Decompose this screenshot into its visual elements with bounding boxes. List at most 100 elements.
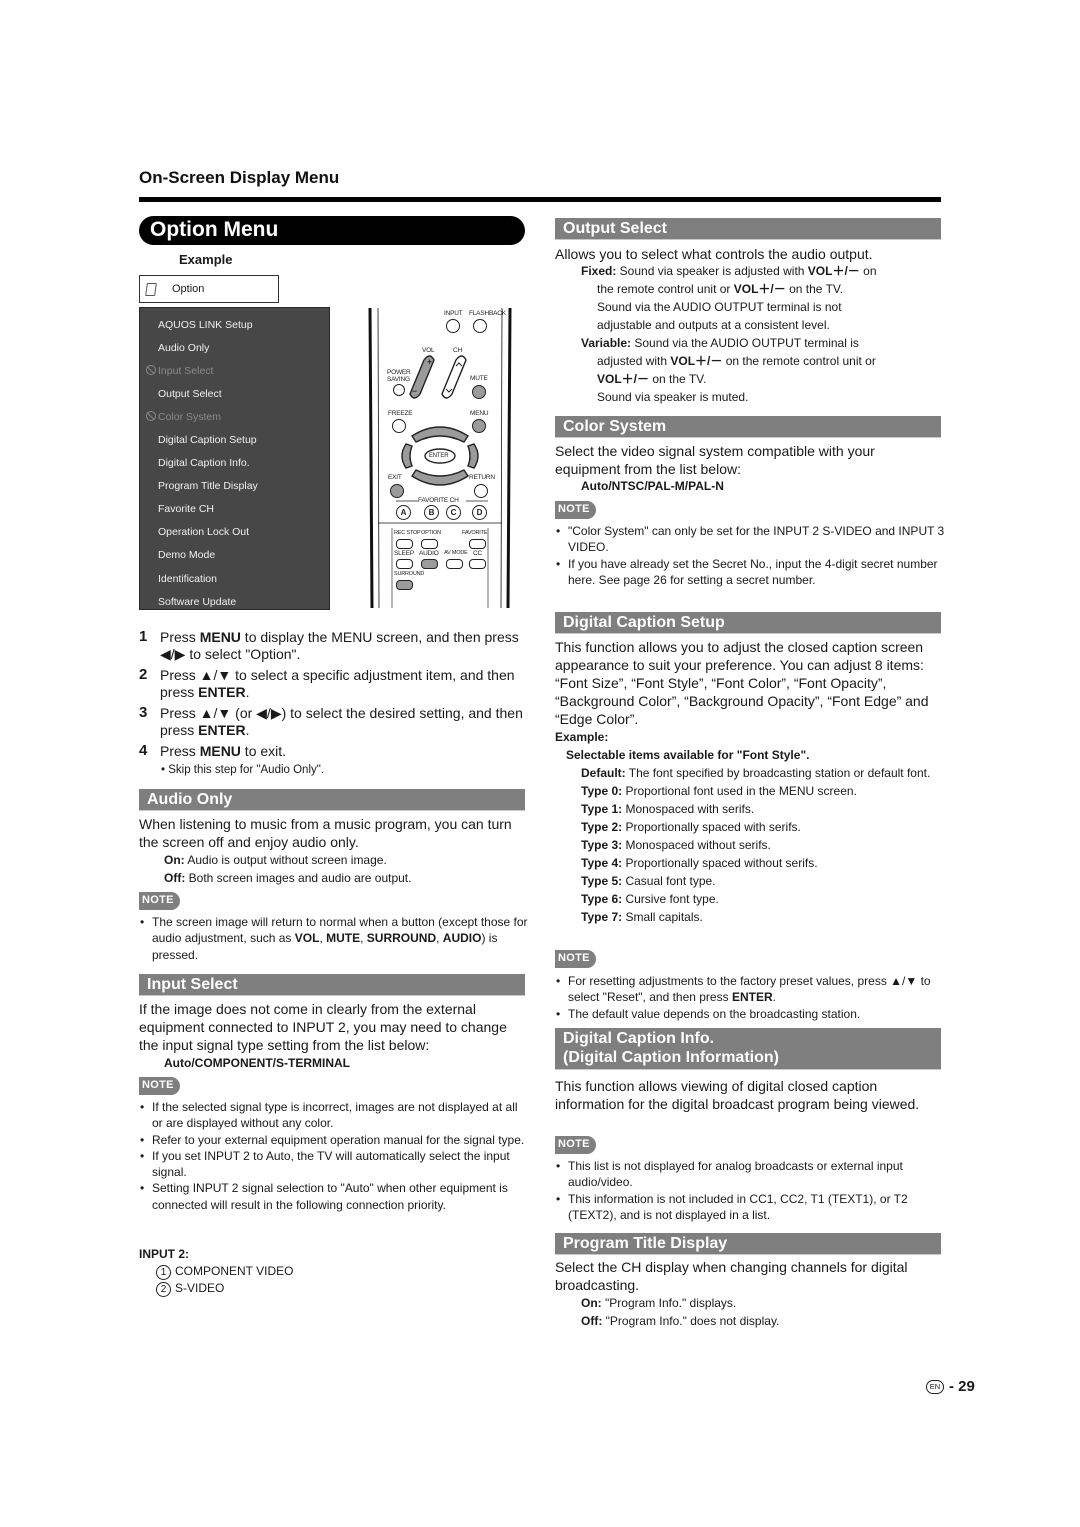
menu-item-label: Digital Caption Info.: [158, 457, 250, 470]
input-select-notes: If the selected signal type is incorrect…: [139, 1099, 529, 1213]
av-mode-button: [446, 559, 463, 569]
font-style-item: Type 6: Cursive font type.: [581, 892, 719, 906]
cc-label: CC: [473, 550, 482, 557]
return-label: RETURN: [469, 474, 495, 481]
step-item: 1 Press MENU to display the MENU screen, …: [139, 628, 519, 662]
note-badge: NOTE: [139, 1077, 180, 1095]
font-style-item: Type 7: Small capitals.: [581, 910, 703, 924]
color-system-options: Auto/NTSC/PAL-M/PAL-N: [581, 479, 724, 493]
font-style-item: Type 2: Proportionally spaced with serif…: [581, 820, 801, 834]
menu-item: Demo Mode: [140, 544, 329, 567]
menu-item-label: Digital Caption Setup: [158, 434, 257, 447]
note-item: The default value depends on the broadca…: [555, 1006, 945, 1023]
digital-caption-info-heading: Digital Caption Info. (Digital Caption I…: [555, 1028, 941, 1070]
note-item: If the selected signal type is incorrect…: [139, 1099, 529, 1132]
program-title-off: Off: "Program Info." does not display.: [581, 1314, 780, 1328]
color-system-heading: Color System: [555, 416, 941, 438]
menu-item-label: Demo Mode: [158, 549, 216, 562]
color-system-notes: "Color System" can only be set for the I…: [555, 523, 945, 588]
flashback-button: [473, 319, 487, 333]
language-badge-icon: EN: [926, 1379, 944, 1394]
power-saving-button: [393, 384, 405, 396]
font-style-item: Type 4: Proportionally spaced without se…: [581, 856, 818, 870]
step-subnote: • Skip this step for "Audio Only".: [161, 763, 325, 776]
digital-caption-info-notes: This list is not displayed for analog br…: [555, 1158, 945, 1223]
sleep-label: SLEEP: [394, 550, 414, 557]
option-menu-title: Option Menu: [139, 216, 525, 245]
menu-item: Output Select: [140, 382, 329, 405]
option-tab-label: Option: [172, 283, 205, 295]
sleep-button: [396, 559, 413, 569]
step-item: 4 Press MENU to exit.: [139, 742, 287, 759]
favorite-b-button: B: [424, 505, 439, 520]
rec-stop-button: [396, 539, 413, 549]
note-item: If you have already set the Secret No., …: [555, 556, 945, 589]
cc-button: [469, 559, 486, 569]
font-style-item: Type 5: Casual font type.: [581, 874, 716, 888]
menu-item-label: Output Select: [158, 387, 222, 400]
menu-item-label: Audio Only: [158, 341, 210, 354]
audio-only-on: On: Audio is output without screen image…: [164, 853, 387, 867]
note-item: Setting INPUT 2 signal selection to "Aut…: [139, 1180, 529, 1213]
option-label: OPTION: [421, 530, 441, 536]
unavailable-icon: [146, 411, 156, 422]
digital-caption-info-intro: This function allows viewing of digital …: [555, 1078, 920, 1112]
remote-control-illustration: + − INPUT FLASHBACK VOL CH POWER SAVING …: [366, 308, 514, 608]
menu-item: Audio Only: [140, 336, 329, 359]
menu-item: AQUOS LINK Setup: [140, 313, 329, 336]
menu-item-label: Program Title Display: [158, 480, 258, 493]
note-item: "Color System" can only be set for the I…: [555, 523, 945, 556]
power-saving-label: POWER SAVING: [387, 369, 411, 383]
option-tab-box: Option: [139, 275, 279, 303]
output-select-intro: Allows you to select what controls the a…: [555, 246, 873, 262]
input-select-options: Auto/COMPONENT/S-TERMINAL: [164, 1056, 350, 1070]
font-style-item: Type 1: Monospaced with serifs.: [581, 802, 755, 816]
audio-only-heading: Audio Only: [139, 789, 525, 811]
menu-item: Software Update: [140, 590, 329, 613]
font-style-item: Default: The font specified by broadcast…: [581, 766, 931, 780]
note-item: The screen image will return to normal w…: [139, 914, 529, 963]
heading-rule: [139, 197, 941, 202]
menu-item-label: Input Select: [158, 364, 214, 377]
note-item: This information is not included in CC1,…: [555, 1191, 945, 1224]
mute-label: MUTE: [470, 375, 488, 382]
digital-caption-setup-intro: This function allows you to adjust the c…: [555, 639, 929, 727]
favorite-ch-label: FAVORITE CH: [418, 497, 459, 504]
note-item: This list is not displayed for analog br…: [555, 1158, 945, 1191]
favorite-d-button: D: [472, 505, 487, 520]
menu-item: Color System: [140, 405, 329, 428]
note-item: For resetting adjustments to the factory…: [555, 973, 945, 1006]
note-badge: NOTE: [139, 892, 180, 910]
output-select-fixed: Fixed: Sound via speaker is adjusted wit…: [581, 264, 877, 404]
enter-label: ENTER: [429, 453, 449, 459]
input-button: [446, 319, 460, 333]
surround-label: SURROUND: [394, 571, 425, 577]
menu-item-label: Operation Lock Out: [158, 526, 250, 539]
program-title-display-heading: Program Title Display: [555, 1233, 941, 1255]
input-select-intro: If the image does not come in clearly fr…: [139, 1001, 507, 1053]
step-item: 3 Press ▲/▼ (or ◀/▶) to select the desire…: [139, 704, 523, 738]
note-badge: NOTE: [555, 1136, 596, 1154]
menu-item: Digital Caption Setup: [140, 428, 329, 451]
font-style-list: Default: The font specified by broadcast…: [581, 764, 941, 926]
steps-list: 1 Press MENU to display the MENU screen, …: [139, 628, 529, 778]
digital-caption-setup-heading: Digital Caption Setup: [555, 612, 941, 634]
menu-item: Input Select: [140, 359, 329, 382]
note-badge: NOTE: [555, 950, 596, 968]
menu-item-label: Favorite CH: [158, 503, 215, 516]
ch-label: CH: [453, 347, 462, 354]
menu-item: Operation Lock Out: [140, 521, 329, 544]
page-number: EN - 29: [926, 1378, 975, 1395]
favorite-button: [469, 539, 486, 549]
menu-item: Favorite CH: [140, 498, 329, 521]
priority-item: 1 COMPONENT VIDEO: [156, 1262, 293, 1280]
exit-label: EXIT: [388, 474, 402, 481]
unavailable-icon: [146, 365, 156, 376]
mute-button: [472, 385, 486, 399]
input-label: INPUT: [444, 310, 463, 317]
font-style-item: Type 0: Proportional font used in the ME…: [581, 784, 857, 798]
svg-text:+: +: [427, 357, 432, 367]
option-button: [421, 539, 438, 549]
input-select-heading: Input Select: [139, 974, 525, 996]
menu-item-label: Software Update: [158, 595, 237, 608]
